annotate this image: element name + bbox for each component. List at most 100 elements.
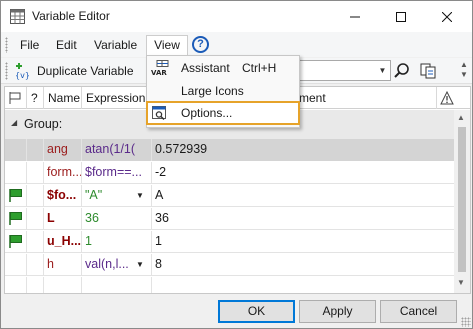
close-icon bbox=[442, 11, 452, 22]
row-value: 36 bbox=[155, 211, 169, 225]
menu-file[interactable]: File bbox=[16, 35, 43, 55]
duplicate-variable-icon: {v} bbox=[15, 63, 30, 80]
row-value: 1 bbox=[155, 234, 162, 248]
table-row[interactable]: u_H... 1 1 bbox=[5, 231, 454, 253]
variable-editor-window: Variable Editor File Edit Variable View … bbox=[0, 0, 473, 329]
window-title: Variable Editor bbox=[32, 9, 110, 23]
title-bar: Variable Editor bbox=[1, 1, 472, 32]
var-assistant-icon: VAR bbox=[151, 60, 169, 76]
search-dropdown-icon[interactable]: ▼ bbox=[377, 64, 388, 77]
minimize-button[interactable] bbox=[332, 1, 378, 32]
row-flag[interactable] bbox=[5, 185, 27, 207]
menu-bar: File Edit Variable View ? bbox=[1, 32, 472, 57]
row-value bbox=[152, 277, 454, 293]
row-q bbox=[27, 277, 44, 293]
table-row[interactable] bbox=[5, 277, 454, 293]
flag-header-icon bbox=[9, 92, 21, 104]
menu-item-large-icons[interactable]: Large Icons bbox=[147, 80, 299, 102]
row-expression[interactable]: $form==... bbox=[82, 162, 152, 184]
row-flag[interactable] bbox=[5, 231, 27, 253]
toolbar-overflow-icon[interactable]: ▲ ▼ bbox=[458, 60, 470, 82]
apply-button[interactable]: Apply bbox=[299, 300, 376, 323]
header-expression[interactable]: Expression bbox=[82, 87, 152, 109]
header-question[interactable]: ? bbox=[27, 87, 44, 109]
ok-button[interactable]: OK bbox=[218, 300, 295, 323]
menu-item-label: Large Icons bbox=[181, 84, 244, 98]
row-expression-text: val(n,l... bbox=[85, 257, 129, 271]
row-name[interactable]: h bbox=[44, 254, 82, 276]
header-warning[interactable] bbox=[437, 87, 457, 109]
app-table-icon bbox=[10, 9, 25, 24]
duplicate-variable-label: Duplicate Variable bbox=[37, 64, 134, 78]
close-button[interactable] bbox=[424, 1, 470, 32]
header-flag[interactable] bbox=[5, 87, 27, 109]
row-q bbox=[27, 254, 44, 276]
row-q bbox=[27, 162, 44, 184]
help-icon[interactable]: ? bbox=[192, 36, 209, 53]
header-name[interactable]: Name bbox=[44, 87, 82, 109]
menubar-grip[interactable] bbox=[5, 37, 8, 53]
minimize-icon bbox=[350, 16, 360, 17]
maximize-button[interactable] bbox=[378, 1, 424, 32]
toolbar-grip[interactable] bbox=[5, 62, 8, 80]
resize-grip[interactable] bbox=[461, 317, 471, 327]
cancel-button[interactable]: Cancel bbox=[380, 300, 457, 323]
menu-item-label: Assistant bbox=[181, 61, 230, 75]
row-name[interactable]: ang bbox=[44, 139, 82, 161]
expression-dropdown-button[interactable]: ▼ bbox=[131, 254, 151, 276]
search-icon[interactable] bbox=[393, 61, 411, 80]
menu-edit[interactable]: Edit bbox=[52, 35, 81, 55]
row-flag[interactable] bbox=[5, 277, 27, 293]
row-flag[interactable] bbox=[5, 208, 27, 230]
copy-icon[interactable] bbox=[419, 61, 437, 80]
vertical-scrollbar[interactable]: ▲ ▼ bbox=[454, 110, 470, 293]
row-expression[interactable]: val(n,l... ▼ bbox=[82, 254, 152, 276]
row-expression[interactable]: "A" ▼ bbox=[82, 185, 152, 207]
collapse-chevron-icon[interactable]: ◢ bbox=[11, 118, 17, 127]
row-name[interactable]: u_H... bbox=[44, 231, 82, 253]
green-flag-icon bbox=[9, 189, 22, 202]
row-flag[interactable] bbox=[5, 162, 27, 184]
menu-item-assistant[interactable]: VAR Assistant Ctrl+H bbox=[147, 57, 299, 79]
row-value: A bbox=[155, 188, 164, 202]
row-q bbox=[27, 208, 44, 230]
row-expression[interactable]: atan(1/1( bbox=[82, 139, 152, 161]
scrollbar-thumb[interactable] bbox=[458, 127, 466, 272]
menu-variable[interactable]: Variable bbox=[90, 35, 141, 55]
table-row[interactable]: L 36 36 bbox=[5, 208, 454, 230]
scroll-down-icon[interactable]: ▼ bbox=[457, 278, 465, 287]
table-row[interactable]: form... $form==... -2 bbox=[5, 162, 454, 184]
menu-item-shortcut: Ctrl+H bbox=[242, 61, 277, 75]
expression-dropdown-button[interactable]: ▼ bbox=[131, 185, 151, 207]
group-label: Group: bbox=[24, 117, 63, 131]
row-name[interactable]: form... bbox=[44, 162, 82, 184]
row-name[interactable] bbox=[44, 277, 82, 293]
row-expression[interactable] bbox=[82, 277, 152, 293]
warning-icon bbox=[440, 90, 454, 105]
row-name[interactable]: L bbox=[44, 208, 82, 230]
row-expression[interactable]: 1 bbox=[82, 231, 152, 253]
chevron-down-icon: ▼ bbox=[133, 189, 147, 203]
search-input[interactable]: ▼ bbox=[297, 60, 391, 81]
row-expression-text: "A" bbox=[85, 188, 103, 202]
row-value: 8 bbox=[155, 257, 162, 271]
table-row[interactable]: ang atan(1/1( 0.572939 bbox=[5, 139, 454, 161]
menu-view[interactable]: View bbox=[146, 35, 188, 57]
view-menu-dropdown: VAR Assistant Ctrl+H Large Icons Options… bbox=[146, 55, 300, 128]
row-flag[interactable] bbox=[5, 139, 27, 161]
row-flag[interactable] bbox=[5, 254, 27, 276]
chevron-down-icon: ▼ bbox=[133, 258, 147, 272]
duplicate-variable-button[interactable]: {v} Duplicate Variable bbox=[14, 60, 134, 82]
row-name[interactable]: $fo... bbox=[44, 185, 82, 207]
row-expression[interactable]: 36 bbox=[82, 208, 152, 230]
scroll-up-icon[interactable]: ▲ bbox=[457, 113, 465, 122]
table-row[interactable]: h val(n,l... ▼ 8 bbox=[5, 254, 454, 276]
maximize-icon bbox=[396, 11, 406, 22]
menu-item-options[interactable]: Options... bbox=[146, 101, 300, 125]
svg-text:{v}: {v} bbox=[15, 71, 30, 80]
green-flag-icon bbox=[9, 212, 22, 225]
row-q bbox=[27, 139, 44, 161]
table-row[interactable]: $fo... "A" ▼ A bbox=[5, 185, 454, 207]
row-q bbox=[27, 231, 44, 253]
header-comment[interactable]: ment bbox=[299, 87, 326, 109]
